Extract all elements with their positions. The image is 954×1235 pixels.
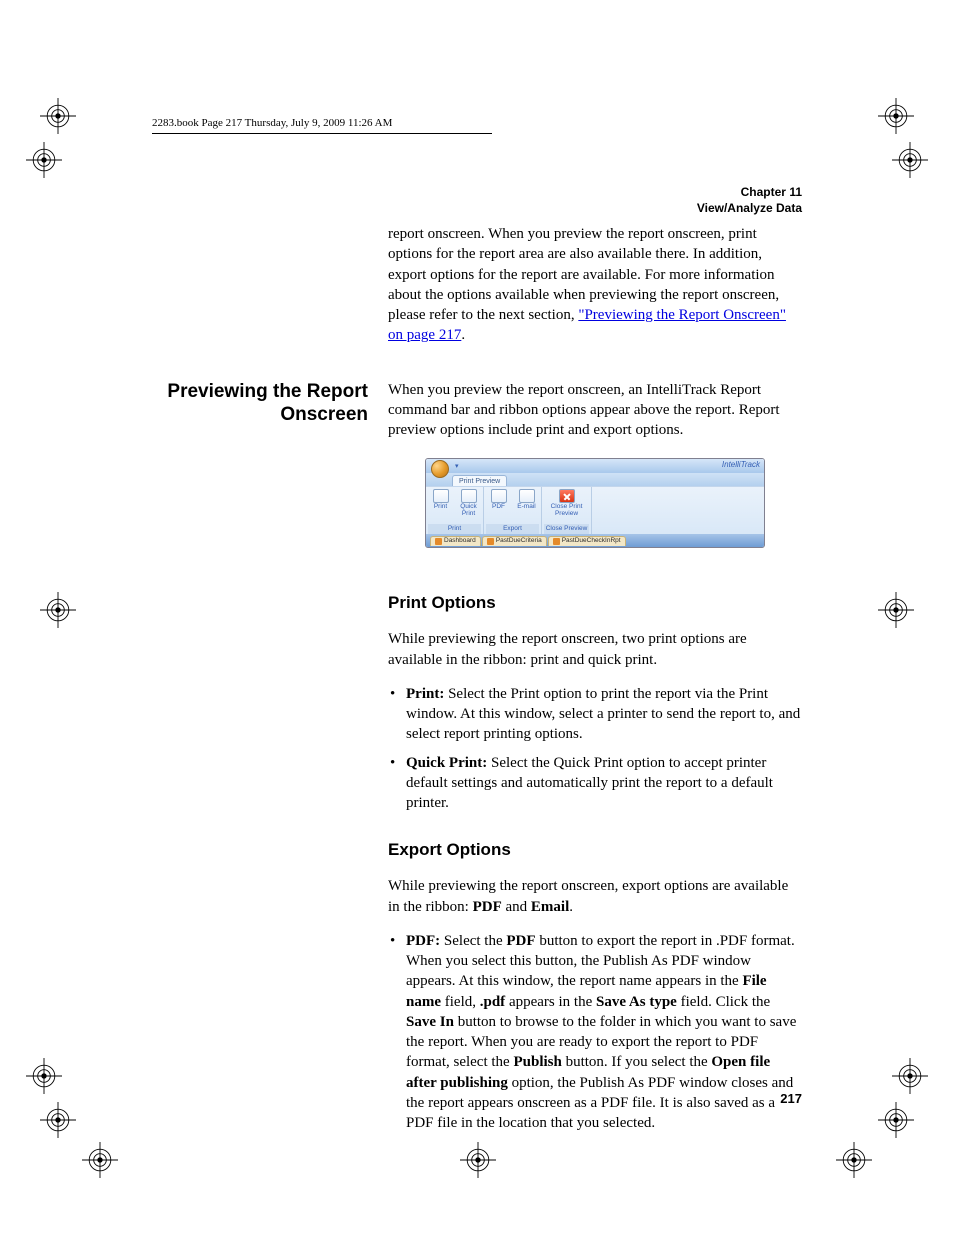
form-icon xyxy=(553,538,560,545)
intro-paragraph: report onscreen. When you preview the re… xyxy=(388,224,802,346)
doc-tab: Dashboard xyxy=(430,536,481,546)
reg-mark-icon xyxy=(878,1102,914,1138)
chapter-title: View/Analyze Data xyxy=(152,200,802,216)
reg-mark-icon xyxy=(82,1142,118,1178)
close-preview-button: Close Print Preview xyxy=(545,489,589,517)
reg-mark-icon xyxy=(836,1142,872,1178)
reg-mark-icon xyxy=(878,98,914,134)
group-label-print: Print xyxy=(428,524,481,535)
reg-mark-icon xyxy=(40,1102,76,1138)
reg-mark-icon xyxy=(460,1142,496,1178)
print-button: Print xyxy=(428,489,454,517)
preview-paragraph: When you preview the report onscreen, an… xyxy=(388,380,802,441)
quick-print-button: Quick Print xyxy=(456,489,482,517)
bullet-pdf: PDF: Select the PDF button to export the… xyxy=(406,931,802,1134)
reg-mark-icon xyxy=(26,142,62,178)
pdf-button: PDF xyxy=(486,489,512,511)
printer-icon xyxy=(433,489,449,503)
email-icon xyxy=(519,489,535,503)
reg-mark-icon xyxy=(892,1058,928,1094)
office-orb-icon xyxy=(431,460,449,478)
ribbon-tab: Print Preview xyxy=(452,475,507,486)
doc-tab: PastDueCheckInRpt xyxy=(548,536,626,546)
export-options-intro: While previewing the report onscreen, ex… xyxy=(388,876,802,917)
printer-quick-icon xyxy=(461,489,477,503)
bullet-quick-print: Quick Print: Select the Quick Print opti… xyxy=(406,753,802,814)
form-icon xyxy=(487,538,494,545)
reg-mark-icon xyxy=(40,592,76,628)
reg-mark-icon xyxy=(892,142,928,178)
group-label-close: Close Preview xyxy=(544,524,589,535)
page-content: 2283.book Page 217 Thursday, July 9, 200… xyxy=(116,116,838,1116)
chapter-number: Chapter 11 xyxy=(152,184,802,200)
print-options-heading: Print Options xyxy=(388,592,802,615)
reg-mark-icon xyxy=(26,1058,62,1094)
reg-mark-icon xyxy=(878,592,914,628)
chapter-heading: Chapter 11 View/Analyze Data xyxy=(152,184,802,216)
ribbon-screenshot: ▾ IntelliTrack Print Preview Print xyxy=(425,458,765,548)
print-options-intro: While previewing the report onscreen, tw… xyxy=(388,629,802,670)
doc-tab: PastDueCriteria xyxy=(482,536,547,546)
app-brand: IntelliTrack xyxy=(722,460,760,471)
export-options-heading: Export Options xyxy=(388,839,802,862)
running-head: 2283.book Page 217 Thursday, July 9, 200… xyxy=(152,116,492,134)
section-side-heading: Previewing the Report Onscreen xyxy=(152,380,368,575)
pdf-icon xyxy=(491,489,507,503)
group-label-export: Export xyxy=(486,524,539,535)
bullet-print: Print: Select the Print option to print … xyxy=(406,684,802,745)
close-icon xyxy=(559,489,575,503)
reg-mark-icon xyxy=(40,98,76,134)
form-icon xyxy=(435,538,442,545)
email-button: E-mail xyxy=(514,489,540,511)
page-number: 217 xyxy=(780,1090,802,1108)
